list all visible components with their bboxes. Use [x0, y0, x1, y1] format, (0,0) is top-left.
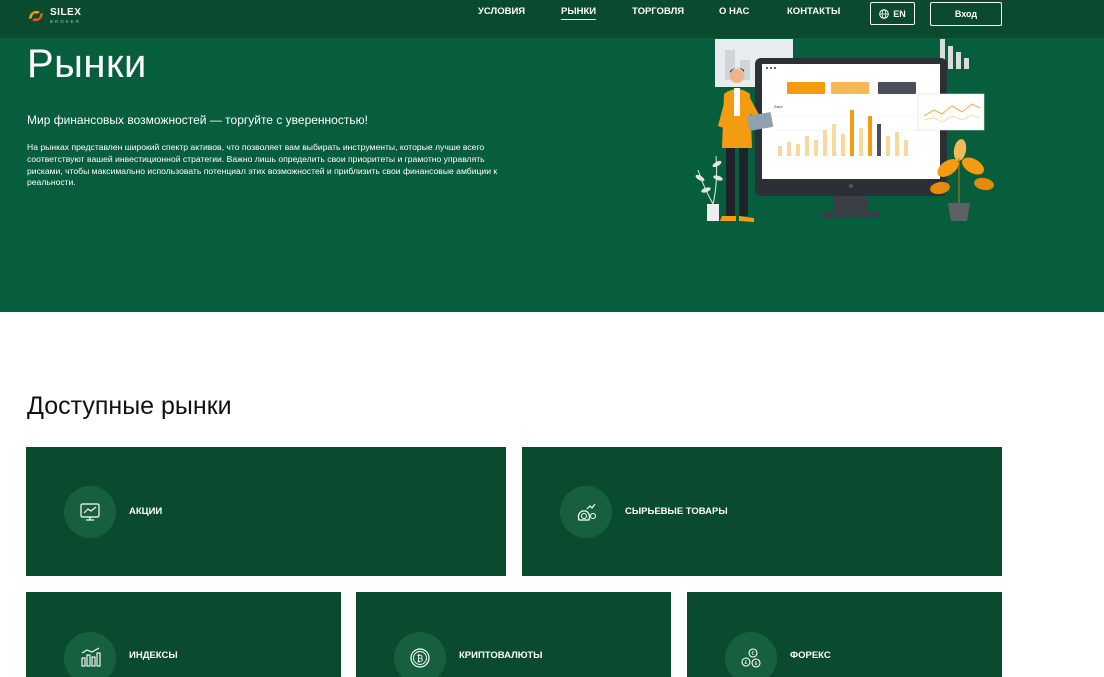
nav-item-markets[interactable]: РЫНКИ	[561, 6, 597, 20]
nav-item-contacts[interactable]: КОНТАКТЫ	[787, 6, 840, 17]
bitcoin-icon: ₿	[394, 632, 446, 677]
currency-exchange-icon: € £ $	[725, 632, 777, 677]
market-card-forex[interactable]: € £ $ ФОРЕКС	[687, 592, 1002, 677]
market-card-indices[interactable]: ИНДЕКСЫ	[26, 592, 341, 677]
market-label-forex: ФОРЕКС	[790, 650, 831, 661]
nav-item-conditions[interactable]: УСЛОВИЯ	[478, 6, 525, 17]
market-card-stocks[interactable]: АКЦИИ	[26, 447, 506, 576]
brand-name: SILEX	[50, 6, 82, 18]
hero-subtitle: Мир финансовых возможностей — торгуйте с…	[27, 113, 368, 127]
nav-item-trading[interactable]: ТОРГОВЛЯ	[632, 6, 684, 17]
nav-item-about[interactable]: О НАС	[719, 6, 749, 17]
commodities-icon	[560, 485, 612, 538]
page-title: Рынки	[27, 42, 147, 86]
hero-description: На рынках представлен широкий спектр акт…	[27, 142, 498, 188]
svg-text:€: €	[751, 651, 754, 657]
silex-logo-icon	[29, 10, 43, 22]
section-title-markets: Доступные рынки	[27, 392, 232, 420]
hero-illustration: Sales	[695, 39, 994, 222]
market-label-commodities: СЫРЬЕВЫЕ ТОВАРЫ	[625, 506, 728, 517]
stock-chart-icon	[64, 485, 116, 538]
market-card-crypto[interactable]: ₿ КРИПТОВАЛЮТЫ	[356, 592, 671, 677]
hero-section: Рынки Мир финансовых возможностей — торг…	[0, 38, 1104, 312]
market-label-stocks: АКЦИИ	[129, 506, 163, 517]
top-navbar: SILEX BROKER УСЛОВИЯ РЫНКИ ТОРГОВЛЯ О НА…	[0, 0, 1104, 38]
svg-text:₿: ₿	[417, 654, 424, 665]
language-label: EN	[893, 8, 906, 19]
svg-text:£: £	[744, 660, 747, 666]
language-switcher[interactable]: EN	[870, 2, 915, 25]
monitor-sales-label: Sales	[774, 105, 783, 109]
market-label-indices: ИНДЕКСЫ	[129, 650, 178, 661]
svg-text:$: $	[754, 661, 757, 667]
index-bars-icon	[64, 632, 116, 677]
brand-sub: BROKER	[50, 18, 82, 24]
market-label-crypto: КРИПТОВАЛЮТЫ	[459, 650, 543, 661]
market-card-commodities[interactable]: СЫРЬЕВЫЕ ТОВАРЫ	[522, 447, 1002, 576]
globe-icon	[879, 8, 890, 19]
brand-logo[interactable]: SILEX BROKER	[26, 6, 81, 26]
login-button[interactable]: Вход	[930, 2, 1002, 26]
